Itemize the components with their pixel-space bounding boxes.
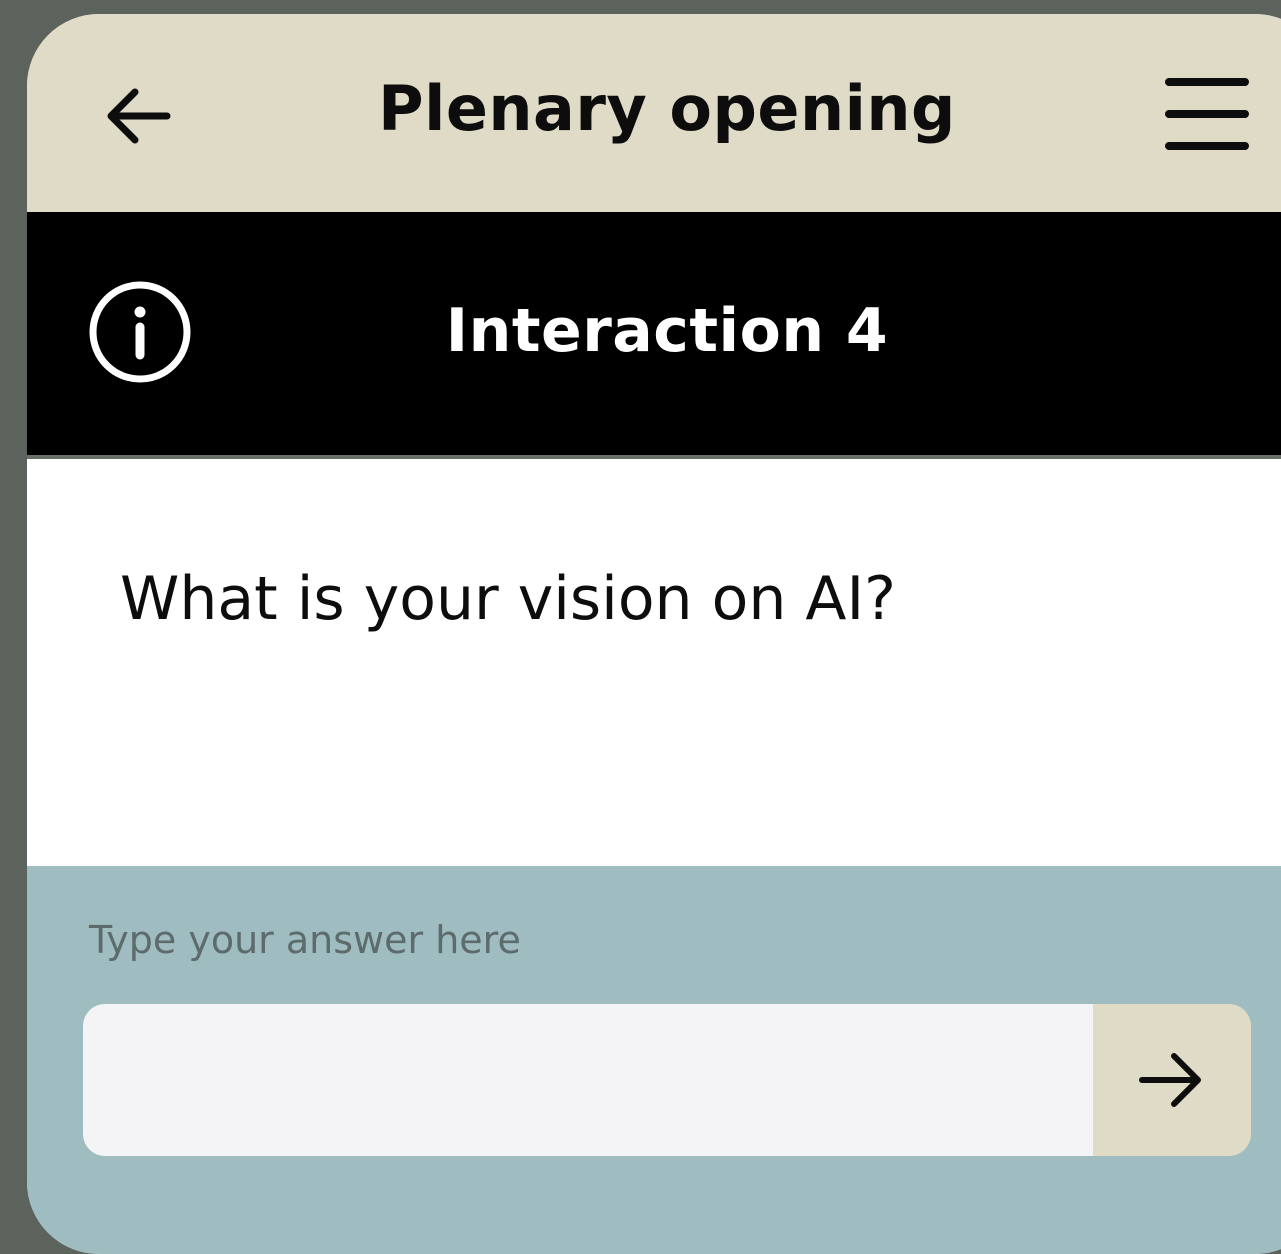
page-title: Plenary opening [378,72,956,145]
top-bar: Plenary opening [27,14,1281,212]
answer-panel: Type your answer here [27,866,1281,1254]
submit-button[interactable] [1093,1004,1251,1156]
interaction-title: Interaction 4 [445,296,889,366]
answer-input-row [83,1004,1251,1156]
interaction-banner: Interaction 4 [27,212,1281,459]
question-text: What is your vision on AI? [120,564,897,634]
hamburger-menu-icon [1165,78,1249,150]
question-panel: What is your vision on AI? [27,459,1281,866]
app-screen: Plenary opening Interaction 4 What is yo… [27,14,1281,1254]
arrow-right-icon [1139,1053,1201,1107]
answer-label: Type your answer here [89,918,521,962]
menu-button[interactable] [1157,64,1257,164]
answer-input[interactable] [83,1004,1093,1156]
